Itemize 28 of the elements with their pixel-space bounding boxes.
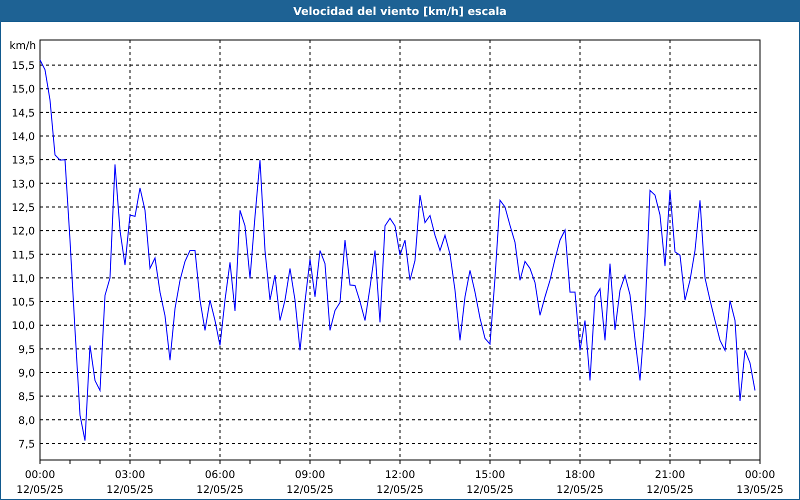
y-tick-label: 11,0 (12, 272, 35, 285)
y-tick-label: 14,5 (12, 107, 35, 120)
window-title: Velocidad del viento [km/h] escala (1, 0, 799, 22)
x-tick-label: 18:00 12/05/25 (556, 469, 604, 496)
x-tick-label: 00:00 13/05/25 (736, 469, 784, 496)
y-tick-label: 15,0 (12, 84, 35, 96)
y-tick-label: 12,5 (12, 202, 35, 214)
x-tick-label: 15:00 12/05/25 (466, 469, 514, 496)
x-tick-label: 03:00 12/05/25 (106, 469, 154, 496)
y-tick-label: 9,5 (18, 344, 35, 356)
x-tick-label: 12:00 12/05/25 (376, 469, 424, 496)
y-tick-label: 10,0 (12, 320, 35, 332)
x-tick-label: 06:00 12/05/25 (196, 469, 244, 496)
y-axis-label: km/h (9, 40, 36, 52)
y-tick-label: 13,5 (12, 154, 35, 167)
y-tick-label: 15,5 (12, 60, 35, 72)
x-tick-label: 09:00 12/05/25 (286, 469, 334, 496)
y-tick-label: 8,0 (18, 414, 35, 427)
x-tick-label: 00:00 12/05/25 (16, 469, 64, 496)
y-tick-label: 11,5 (12, 249, 35, 262)
x-tick-label: 21:00 12/05/25 (646, 469, 694, 496)
y-tick-label: 13,0 (12, 178, 35, 190)
y-tick-label: 10,5 (12, 296, 35, 309)
y-tick-label: 7,5 (18, 438, 35, 450)
y-tick-label: 8,5 (18, 391, 35, 404)
y-tick-label: 12,0 (12, 226, 35, 238)
y-tick-label: 14,0 (12, 131, 35, 144)
y-tick-label: 9,0 (18, 368, 35, 380)
